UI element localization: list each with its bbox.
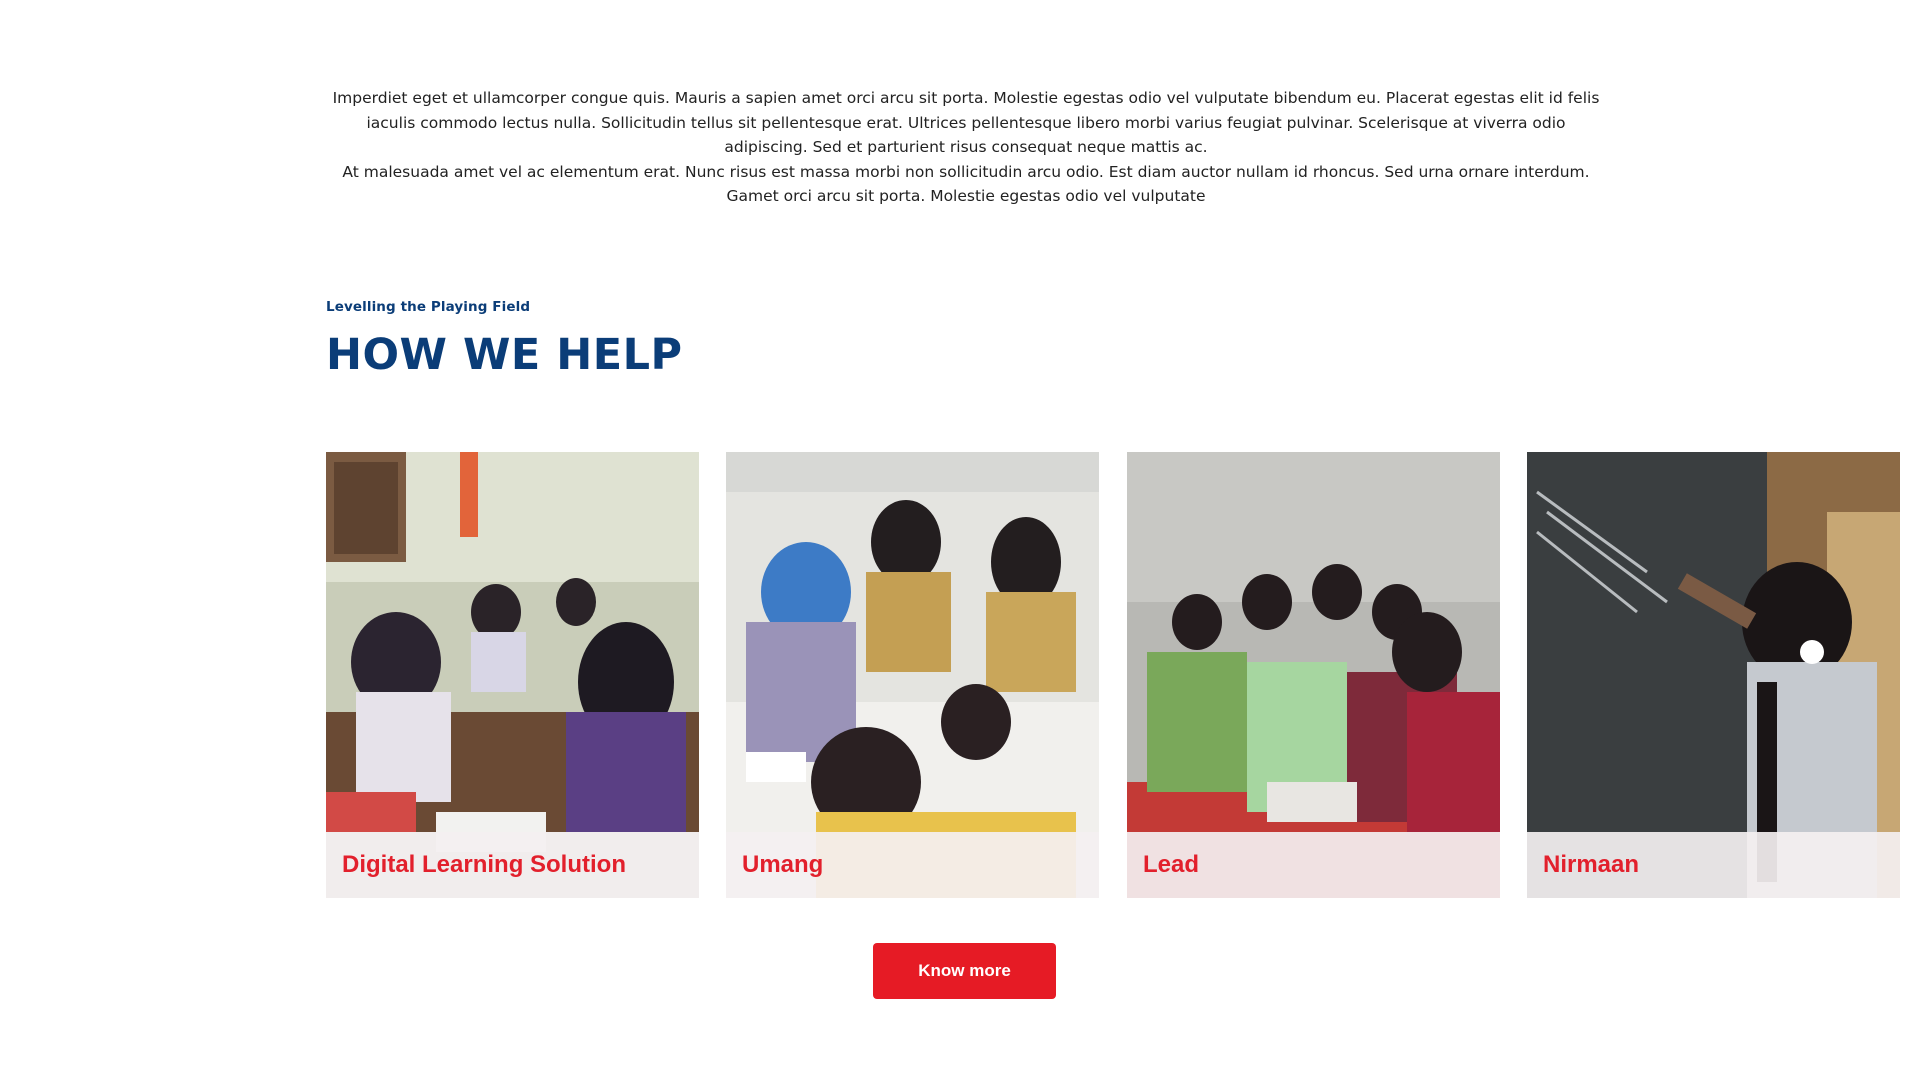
program-card-lead[interactable]: Lead	[1127, 452, 1500, 898]
program-card-digital-learning[interactable]: Digital Learning Solution	[326, 452, 699, 898]
card-caption: Umang	[726, 832, 1099, 898]
section-eyebrow: Levelling the Playing Field	[326, 299, 531, 315]
card-title: Umang	[742, 851, 824, 878]
intro-paragraph-1: Imperdiet eget et ullamcorper congue qui…	[332, 89, 1600, 157]
card-caption: Digital Learning Solution	[326, 832, 699, 898]
section-title: HOW WE HELP	[326, 330, 683, 380]
intro-text: Imperdiet eget et ullamcorper congue qui…	[326, 86, 1606, 209]
card-caption: Lead	[1127, 832, 1500, 898]
know-more-button[interactable]: Know more	[873, 943, 1056, 999]
program-card-umang[interactable]: Umang	[726, 452, 1099, 898]
card-title: Digital Learning Solution	[342, 851, 626, 878]
card-title: Nirmaan	[1543, 851, 1640, 878]
program-cards: Digital Learning Solution Umang Lead Nir…	[326, 452, 1920, 898]
program-card-nirmaan[interactable]: Nirmaan	[1527, 452, 1900, 898]
card-caption: Nirmaan	[1527, 832, 1900, 898]
card-title: Lead	[1143, 851, 1200, 878]
intro-paragraph-2: At malesuada amet vel ac elementum erat.…	[342, 162, 1590, 206]
page: Imperdiet eget et ullamcorper congue qui…	[0, 0, 1920, 1080]
